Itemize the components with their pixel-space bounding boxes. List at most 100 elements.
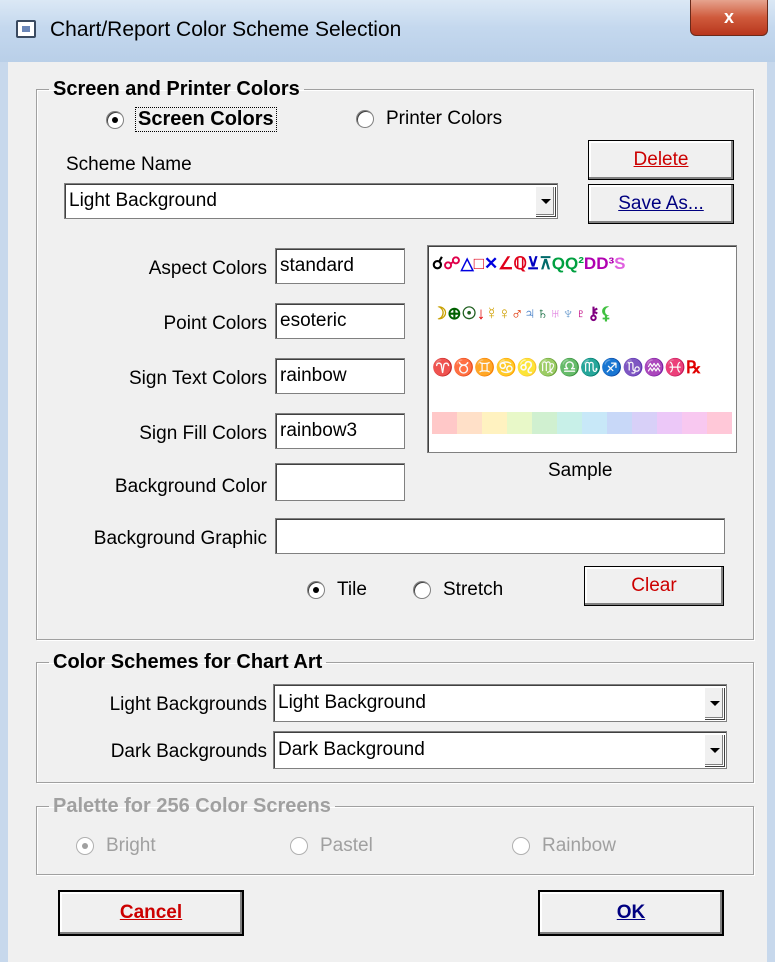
tile-radio[interactable]: Tile [307,579,367,601]
light-backgrounds-combo[interactable]: Light Background [273,684,727,722]
dark-backgrounds-value: Dark Background [278,739,425,760]
bright-radio-dot[interactable] [76,837,94,855]
cancel-button-label: Cancel [119,902,183,923]
stretch-radio[interactable]: Stretch [413,579,503,601]
pastel-radio[interactable]: Pastel [290,835,373,857]
dark-backgrounds-label: Dark Backgrounds [110,741,267,762]
bright-radio[interactable]: Bright [76,835,156,857]
sample-glyph: ♉ [453,358,475,377]
sample-glyph: □ [473,254,484,273]
sample-glyph: Q² [565,254,584,273]
aspect-colors-field[interactable]: standard [275,248,405,284]
palette-legend: Palette for 256 Color Screens [53,795,331,817]
sample-glyph: ♅ [549,304,562,323]
dark-backgrounds-combo[interactable]: Dark Background [273,731,727,769]
sample-glyph: ♋ [495,358,517,377]
sign-glyph-row: ♈♉♊♋♌♍♎♏♐♑♒♓℞ [432,358,701,378]
sample-glyph: ♐ [601,358,623,377]
delete-button[interactable]: Delete [588,140,734,180]
rainbow-radio[interactable]: Rainbow [512,835,616,857]
tile-label: Tile [337,579,367,600]
sign-text-colors-field[interactable]: rainbow [275,358,405,394]
aspect-glyph-row: ☌☍△□✕∠ℚ⊻⊼QQ²DD³S [432,254,626,274]
sample-glyph: ☉ [461,304,477,323]
sample-glyph: D³ [596,254,615,273]
point-colors-value: esoteric [280,310,347,331]
sign-fill-colors-value: rainbow3 [280,420,358,441]
bright-label: Bright [106,835,156,856]
stretch-radio-dot[interactable] [413,581,431,599]
sign-fill-swatches [432,412,732,434]
sample-glyph: ♀ [498,304,511,323]
sample-caption: Sample [548,460,613,481]
sample-glyph: ⚸ [599,304,613,323]
background-color-field[interactable] [275,463,405,501]
chevron-down-icon[interactable] [704,734,724,766]
sample-glyph: ℚ [513,254,527,273]
sign-fill-swatch [682,412,707,434]
sign-fill-swatch [607,412,632,434]
chevron-down-icon[interactable] [535,186,555,216]
screen-colors-radio-dot[interactable] [106,110,124,129]
ok-button-label: OK [616,902,646,923]
sign-fill-swatch [657,412,682,434]
screen-colors-label: Screen Colors [135,107,277,132]
sign-fill-swatch [582,412,607,434]
scheme-name-combo[interactable]: Light Background [64,183,558,219]
aspect-colors-value: standard [280,255,354,276]
rainbow-radio-dot[interactable] [512,837,530,855]
sample-glyph: Q [551,254,566,273]
pastel-label: Pastel [320,835,373,856]
point-colors-field[interactable]: esoteric [275,303,405,339]
screen-printer-colors-legend: Screen and Printer Colors [53,78,300,100]
sign-fill-swatch [707,412,732,434]
close-button[interactable]: x [690,0,768,36]
clear-button-label: Clear [631,575,677,596]
sample-glyph: ⊕ [447,304,462,323]
sign-text-colors-value: rainbow [280,365,347,386]
printer-colors-radio[interactable]: Printer Colors [356,108,502,130]
sample-glyph: ℞ [686,358,702,377]
sample-glyph: ☍ [443,254,461,273]
sample-glyph: ⊼ [539,254,552,273]
screen-colors-radio[interactable]: Screen Colors [106,107,277,132]
sample-preview: ☌☍△□✕∠ℚ⊻⊼QQ²DD³S ☽⊕☉↓☿♀♂♃♄♅♆♇⚷⚸ ♈♉♊♋♌♍♎♏… [427,245,737,453]
cancel-button[interactable]: Cancel [58,890,244,936]
chevron-down-icon[interactable] [704,687,724,719]
delete-button-label: Delete [633,149,689,170]
app-icon [16,20,36,38]
sample-glyph: ♄ [536,304,549,323]
sample-glyph: ☽ [432,304,448,323]
sign-fill-colors-field[interactable]: rainbow3 [275,413,405,449]
point-colors-label: Point Colors [163,313,268,334]
sample-glyph: S [614,254,626,273]
background-graphic-field[interactable] [275,518,725,554]
light-backgrounds-value: Light Background [278,692,426,713]
sample-glyph: ♇ [574,304,588,323]
window-title: Chart/Report Color Scheme Selection [50,18,402,41]
sample-glyph: ♂ [510,304,524,323]
sample-glyph: ♑ [622,358,644,377]
ok-button[interactable]: OK [538,890,724,936]
sample-glyph: ☿ [485,304,498,323]
sample-glyph: ♈ [432,358,454,377]
printer-colors-radio-dot[interactable] [356,110,374,128]
sample-glyph: ♊ [474,358,496,377]
sample-glyph: △ [460,254,474,273]
save-as-button[interactable]: Save As... [588,184,734,224]
scheme-name-label: Scheme Name [66,154,192,175]
sign-fill-colors-label: Sign Fill Colors [139,423,267,444]
pastel-radio-dot[interactable] [290,837,308,855]
sample-glyph: ☌ [432,254,444,273]
sample-glyph: ♎ [559,358,581,377]
rainbow-label: Rainbow [542,835,616,856]
light-backgrounds-label: Light Backgrounds [109,694,267,715]
clear-button[interactable]: Clear [584,566,724,606]
tile-radio-dot[interactable] [307,581,325,599]
sign-text-colors-label: Sign Text Colors [129,368,267,389]
sample-glyph: D [583,254,597,273]
sign-fill-swatch [532,412,557,434]
printer-colors-label: Printer Colors [386,108,503,129]
background-graphic-label: Background Graphic [93,528,267,549]
sample-glyph: ♒ [643,358,665,377]
